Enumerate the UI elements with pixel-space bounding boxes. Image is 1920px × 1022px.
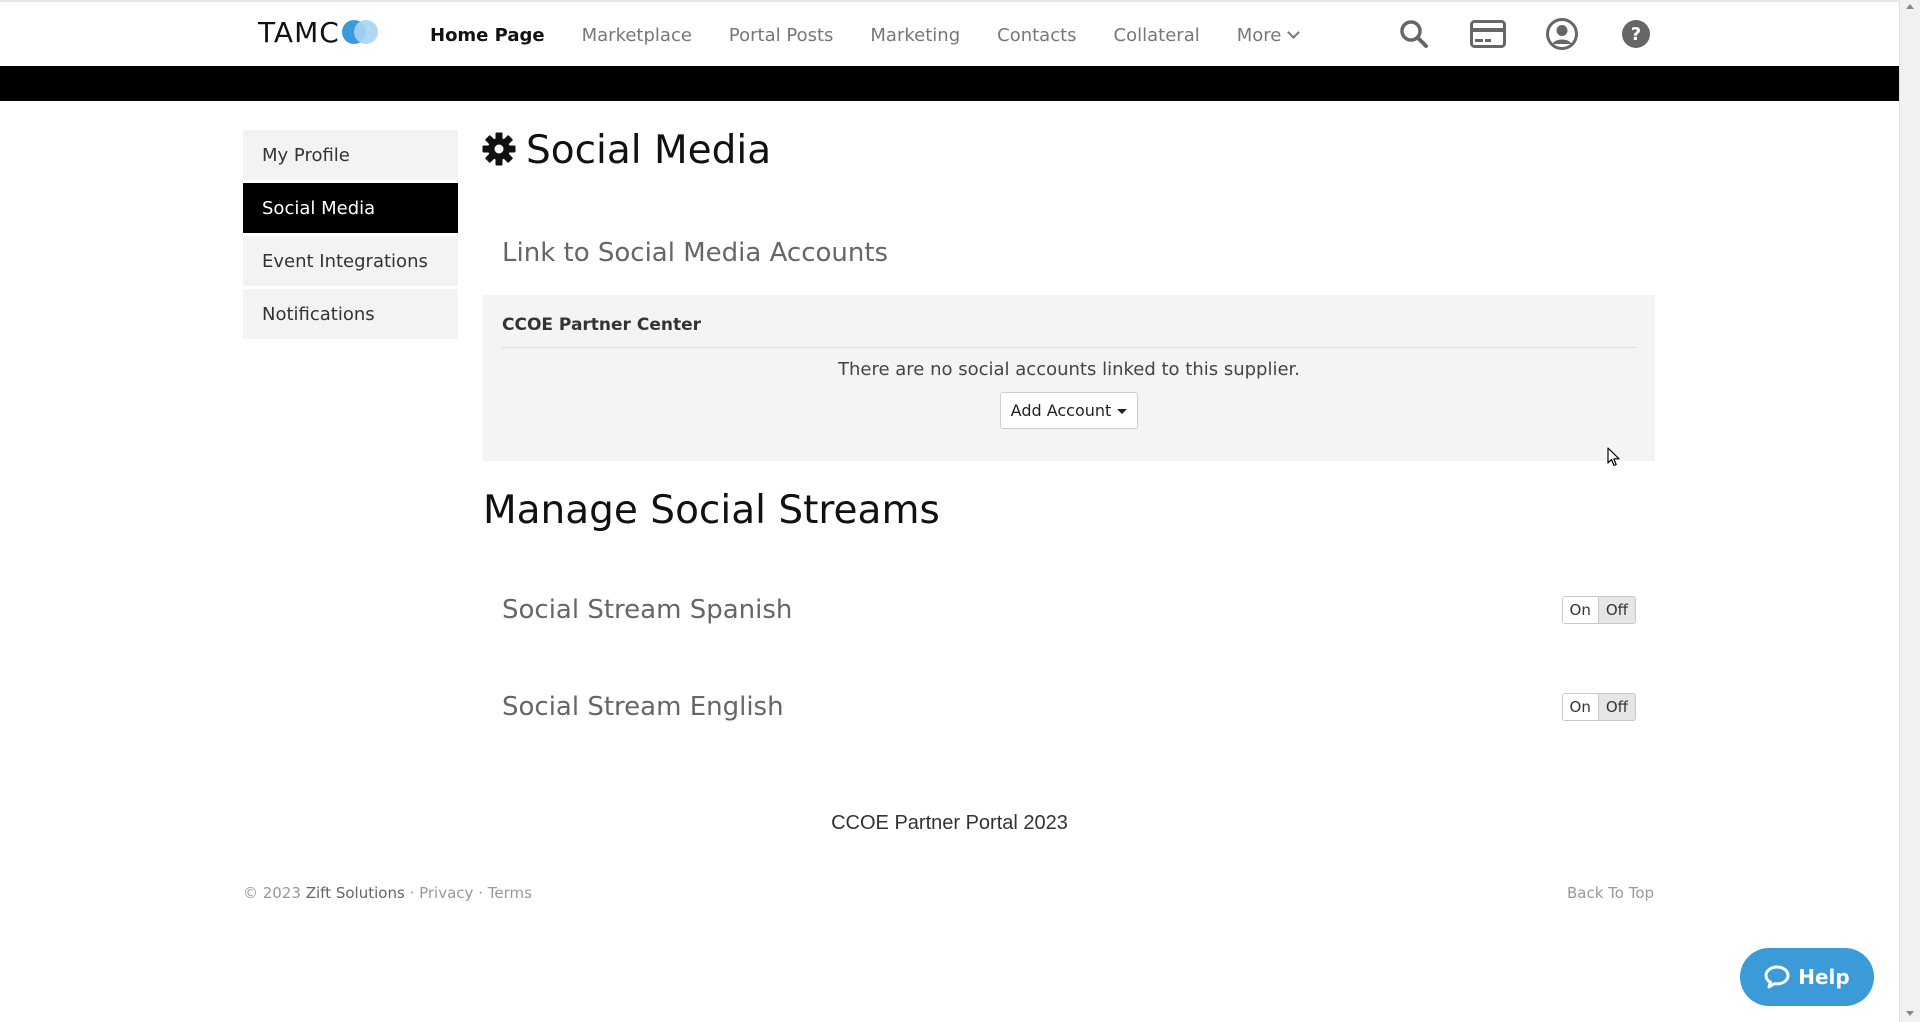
stream-toggle-spanish[interactable]: On Off	[1561, 596, 1636, 624]
nav-collateral[interactable]: Collateral	[1114, 25, 1200, 46]
toggle-off[interactable]: Off	[1597, 694, 1635, 720]
scroll-up-arrow-icon[interactable]	[1906, 4, 1914, 9]
scroll-down-arrow-icon[interactable]	[1906, 1011, 1914, 1016]
partner-center-card: CCOE Partner Center There are no social …	[483, 295, 1655, 461]
company-link[interactable]: Zift Solutions	[306, 884, 405, 902]
card-divider	[502, 347, 1636, 348]
chat-bubble-icon	[1764, 965, 1790, 989]
manage-streams-heading: Manage Social Streams	[483, 488, 940, 533]
footer-separator: ·	[409, 884, 415, 902]
no-accounts-message: There are no social accounts linked to t…	[837, 359, 1301, 380]
nav-marketing[interactable]: Marketing	[870, 25, 960, 46]
sidebar-item-notifications[interactable]: Notifications	[243, 289, 458, 339]
help-button[interactable]: Help	[1740, 948, 1874, 1006]
nav-marketplace[interactable]: Marketplace	[582, 25, 692, 46]
page-title-text: Social Media	[526, 128, 772, 173]
logo-text: TAMC	[258, 15, 340, 49]
add-account-button[interactable]: Add Account	[1000, 392, 1138, 429]
copyright-text: © 2023	[243, 884, 301, 902]
card-title: CCOE Partner Center	[502, 315, 702, 335]
stream-toggle-english[interactable]: On Off	[1561, 693, 1636, 721]
help-label: Help	[1798, 965, 1850, 989]
nav-portal-posts[interactable]: Portal Posts	[729, 25, 833, 46]
copyright-line: © 2023 Zift Solutions · Privacy · Terms	[243, 884, 532, 902]
nav-contacts[interactable]: Contacts	[997, 25, 1076, 46]
nav-more-label: More	[1236, 24, 1282, 46]
nav-home-page[interactable]: Home Page	[430, 25, 545, 46]
header-icons: ?	[1396, 16, 1692, 52]
sidebar-item-event-integrations[interactable]: Event Integrations	[243, 236, 458, 286]
page-title: Social Media	[482, 128, 771, 173]
gear-icon	[482, 132, 516, 170]
stream-row-spanish: Social Stream Spanish On Off	[502, 590, 1636, 630]
add-account-label: Add Account	[1010, 401, 1112, 420]
toggle-on[interactable]: On	[1562, 597, 1598, 623]
black-banner	[0, 66, 1899, 101]
stream-label: Social Stream English	[502, 692, 784, 722]
footer-separator: ·	[478, 884, 483, 902]
user-circle-icon[interactable]	[1544, 16, 1580, 52]
sidebar-item-social-media[interactable]: Social Media	[243, 183, 458, 233]
portal-footer-text: CCOE Partner Portal 2023	[831, 812, 1068, 834]
stream-label: Social Stream Spanish	[502, 595, 793, 625]
top-navbar: TAMC Home Page Marketplace Portal Posts …	[0, 0, 1899, 66]
main-nav: Home Page Marketplace Portal Posts Marke…	[430, 2, 1335, 68]
nav-more[interactable]: More	[1236, 24, 1301, 46]
question-circle-icon[interactable]: ?	[1618, 16, 1654, 52]
privacy-link[interactable]: Privacy	[419, 884, 473, 902]
settings-sidebar: My Profile Social Media Event Integratio…	[243, 130, 458, 342]
logo-circles-icon	[341, 18, 386, 46]
mouse-cursor-icon	[1607, 447, 1621, 471]
chevron-down-icon	[1287, 26, 1301, 39]
caret-down-icon	[1117, 409, 1128, 414]
toggle-off[interactable]: Off	[1597, 597, 1635, 623]
stream-row-english: Social Stream English On Off	[502, 687, 1636, 727]
back-to-top-link[interactable]: Back To Top	[1567, 884, 1654, 902]
tamco-logo[interactable]: TAMC	[258, 14, 386, 50]
svg-text:?: ?	[1631, 24, 1641, 45]
credit-card-icon[interactable]	[1470, 16, 1506, 52]
link-accounts-heading: Link to Social Media Accounts	[502, 238, 889, 268]
page-scrollbar[interactable]	[1899, 0, 1920, 1022]
sidebar-item-my-profile[interactable]: My Profile	[243, 130, 458, 180]
terms-link[interactable]: Terms	[488, 884, 532, 902]
toggle-on[interactable]: On	[1562, 694, 1598, 720]
search-icon[interactable]	[1396, 16, 1432, 52]
